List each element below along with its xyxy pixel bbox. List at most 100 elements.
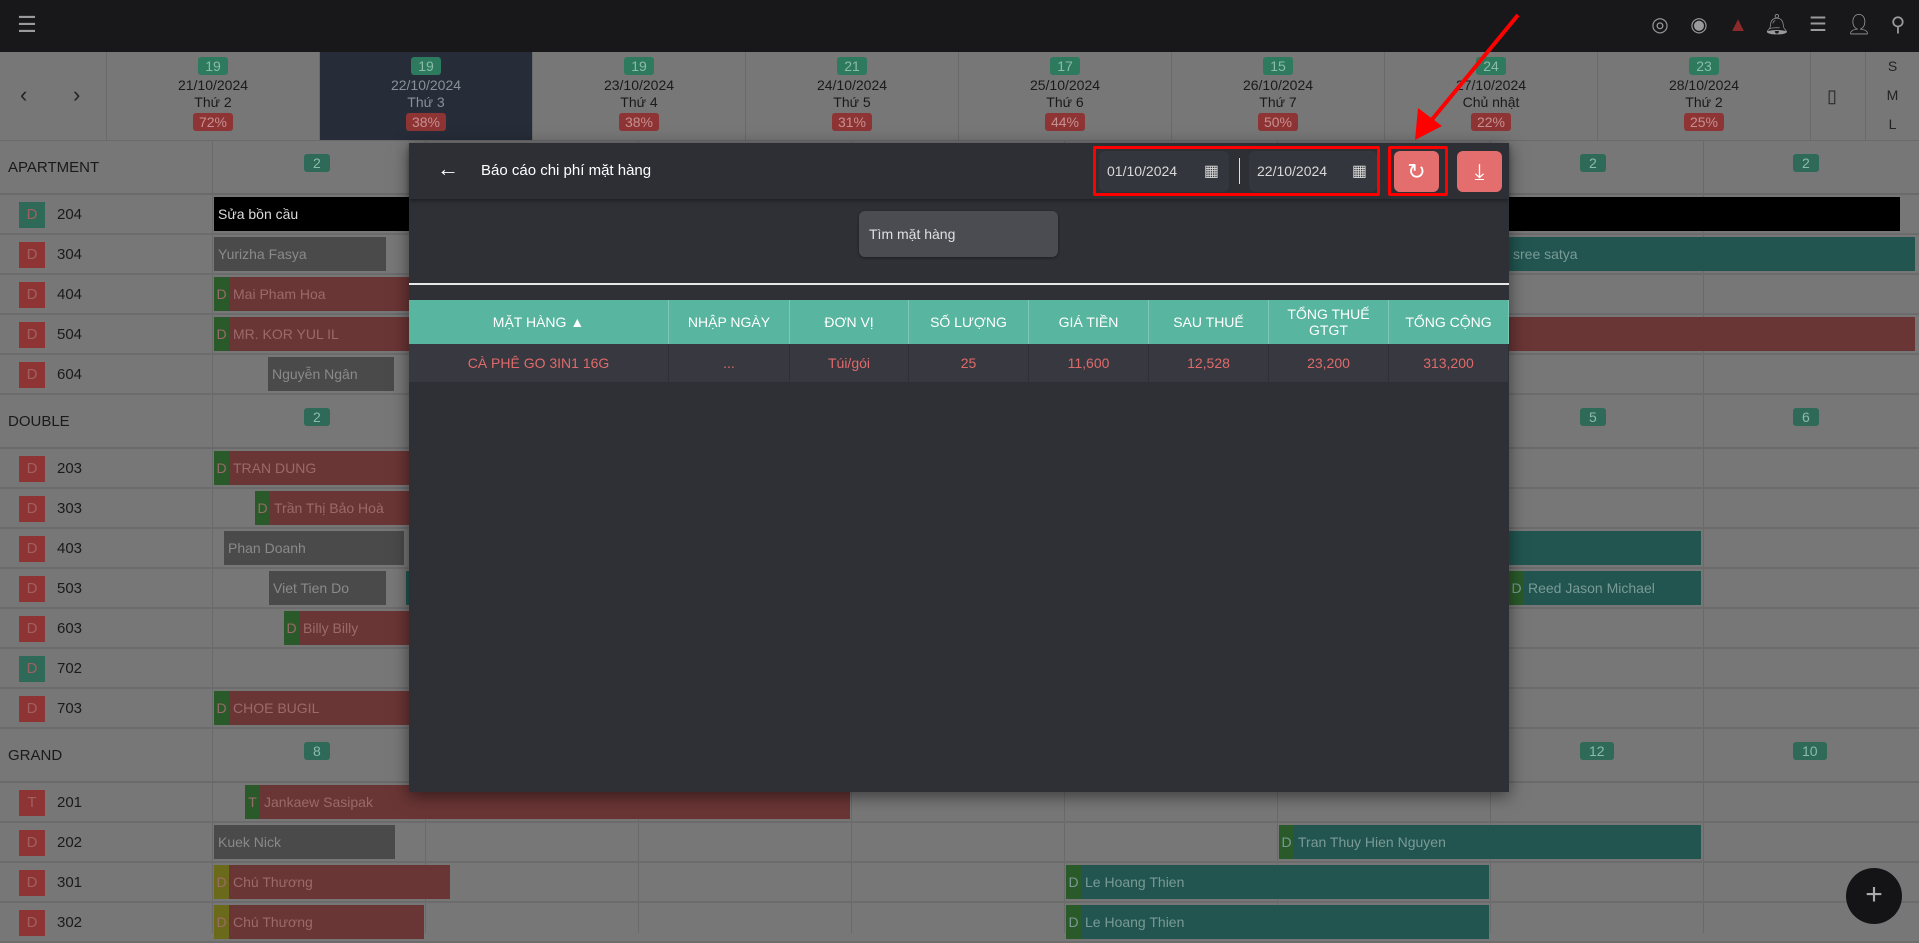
booking-bar[interactable]: Yurizha Fasya: [214, 237, 386, 271]
to-date-field[interactable]: 22/10/2024 ▦: [1249, 151, 1377, 192]
day-column-header[interactable]: 19 21/10/2024 Thứ 2 72%: [106, 52, 319, 140]
item-search-input[interactable]: Tìm mặt hàng: [859, 211, 1058, 257]
add-user-icon[interactable]: 👤︎: [1846, 12, 1872, 38]
room-row: D 301 D Chú Thương D Le Hoang Thien: [0, 863, 1919, 903]
room-status-badge[interactable]: D: [19, 322, 45, 348]
room-status-badge[interactable]: D: [19, 616, 45, 642]
day-column-header[interactable]: 19 22/10/2024 Thứ 3 38%: [319, 52, 532, 140]
booking-bar[interactable]: Kuek Nick: [214, 825, 395, 859]
room-count-badge: 23: [1689, 57, 1719, 75]
column-header[interactable]: ĐƠN VỊ: [790, 300, 909, 344]
column-header[interactable]: NHẬP NGÀY: [669, 300, 790, 344]
hamburger-icon[interactable]: ☰: [14, 12, 40, 38]
available-count-badge: 2: [1580, 154, 1606, 172]
day-column-header[interactable]: 24 27/10/2024 Chủ nhật 22%: [1384, 52, 1597, 140]
add-fab-button[interactable]: +: [1846, 868, 1902, 924]
room-status-badge[interactable]: D: [19, 576, 45, 602]
guest-name: Chú Thương: [233, 914, 313, 930]
guest-name: Viet Tien Do: [273, 580, 350, 596]
room-status-badge[interactable]: D: [19, 910, 45, 936]
booking-bar[interactable]: D Chú Thương: [214, 865, 450, 899]
back-arrow-icon[interactable]: ←: [437, 156, 459, 182]
day-date: 25/10/2024: [1029, 77, 1101, 93]
booking-type-tag: D: [1066, 865, 1081, 899]
day-weekday: Thứ 3: [407, 94, 445, 110]
day-weekday: Thứ 2: [194, 94, 232, 110]
from-date-field[interactable]: 01/10/2024 ▦: [1099, 151, 1229, 192]
room-status-badge[interactable]: D: [19, 536, 45, 562]
calendar-icon[interactable]: ▦: [1352, 151, 1367, 192]
guest-name: Phan Doanh: [228, 540, 306, 556]
booking-bar[interactable]: [1509, 531, 1701, 565]
booking-bar[interactable]: D Le Hoang Thien: [1066, 865, 1489, 899]
table-row[interactable]: CÀ PHÊ GO 3IN1 16G... Túi/gói 25 11,600 12,5…: [409, 344, 1509, 382]
booking-bar[interactable]: D Le Hoang Thien: [1066, 905, 1489, 939]
column-header[interactable]: TỔNG THUẾ GTGT: [1269, 300, 1389, 344]
from-date-value: 01/10/2024: [1107, 163, 1178, 179]
day-column-header[interactable]: 15 26/10/2024 Thứ 7 50%: [1171, 52, 1384, 140]
room-status-badge[interactable]: D: [19, 696, 45, 722]
calendar-icon[interactable]: ▦: [1204, 151, 1219, 192]
item-cost-report-dialog: ← Báo cáo chi phí mặt hàng 01/10/2024 ▦ 2…: [409, 143, 1509, 792]
day-column-header[interactable]: 21 24/10/2024 Thứ 5 31%: [745, 52, 958, 140]
booking-bar[interactable]: sree satya: [1509, 237, 1915, 271]
day-column-header[interactable]: 23 28/10/2024 Thứ 2 25%: [1597, 52, 1810, 140]
refresh-button[interactable]: ↻: [1394, 151, 1439, 192]
room-number: 403: [57, 540, 83, 557]
booking-type-tag: D: [214, 865, 229, 899]
booking-bar[interactable]: [1509, 317, 1915, 351]
room-number: 203: [57, 460, 83, 477]
table-cell: 23,200: [1269, 344, 1389, 382]
booking-type-tag: D: [214, 451, 229, 485]
fingerprint-icon[interactable]: ◎: [1647, 12, 1673, 38]
booking-bar[interactable]: D Reed Jason Michael: [1509, 571, 1701, 605]
room-status-badge[interactable]: D: [19, 202, 45, 228]
eye-icon[interactable]: ◉: [1686, 12, 1712, 38]
guest-name: Mai Pham Hoa: [233, 286, 326, 302]
bell-icon[interactable]: 🔔︎: [1764, 12, 1790, 38]
size-s[interactable]: S: [1866, 52, 1919, 81]
guest-name: Trần Thị Bảo Hoà: [274, 500, 384, 516]
column-header[interactable]: MẶT HÀNG ▲: [409, 300, 669, 344]
booking-bar[interactable]: Viet Tien Do: [269, 571, 386, 605]
list-icon[interactable]: ☰: [1805, 12, 1831, 38]
room-status-badge[interactable]: D: [19, 456, 45, 482]
room-status-badge[interactable]: D: [19, 656, 45, 682]
room-status-badge[interactable]: D: [19, 870, 45, 896]
room-number: 702: [57, 660, 83, 677]
download-button[interactable]: ⤓: [1457, 151, 1502, 192]
available-count-badge: 8: [304, 742, 330, 760]
booking-bar[interactable]: D Chú Thương: [214, 905, 424, 939]
room-status-badge[interactable]: T: [19, 790, 45, 816]
booking-bar[interactable]: Phan Doanh: [224, 531, 404, 565]
prev-week-button[interactable]: ‹: [20, 82, 27, 108]
room-status-badge[interactable]: D: [19, 282, 45, 308]
booking-type-tag: D: [214, 905, 229, 939]
day-column-header[interactable]: 19 23/10/2024 Thứ 4 38%: [532, 52, 745, 140]
column-header[interactable]: GIÁ TIỀN: [1029, 300, 1149, 344]
room-status-badge[interactable]: D: [19, 362, 45, 388]
guest-name: Le Hoang Thien: [1085, 914, 1185, 930]
column-header[interactable]: SAU THUẾ: [1149, 300, 1269, 344]
booking-bar[interactable]: D Tran Thuy Hien Nguyen: [1279, 825, 1701, 859]
room-status-badge[interactable]: D: [19, 242, 45, 268]
next-week-button[interactable]: ›: [73, 82, 80, 108]
column-header[interactable]: SỐ LƯỢNG: [909, 300, 1029, 344]
occupancy-badge: 31%: [831, 113, 873, 131]
room-status-badge[interactable]: D: [19, 496, 45, 522]
warning-icon[interactable]: ▲: [1725, 12, 1751, 38]
room-status-badge[interactable]: D: [19, 830, 45, 856]
room-count-badge: 15: [1263, 57, 1293, 75]
booking-bar[interactable]: Nguyễn Ngân: [268, 357, 394, 391]
size-l[interactable]: L: [1866, 110, 1919, 139]
guest-name: Tran Thuy Hien Nguyen: [1298, 834, 1446, 850]
booking-type-tag: D: [214, 277, 229, 311]
day-column-header[interactable]: 17 25/10/2024 Thứ 6 44%: [958, 52, 1171, 140]
calendar-icon[interactable]: ▯: [1827, 86, 1837, 107]
size-m[interactable]: M: [1866, 81, 1919, 110]
search-icon[interactable]: ⚲: [1885, 12, 1911, 38]
room-number: 703: [57, 700, 83, 717]
guest-name: Yurizha Fasya: [218, 246, 307, 262]
group-name: DOUBLE: [8, 413, 70, 430]
column-header[interactable]: TỔNG CỘNG: [1389, 300, 1509, 344]
